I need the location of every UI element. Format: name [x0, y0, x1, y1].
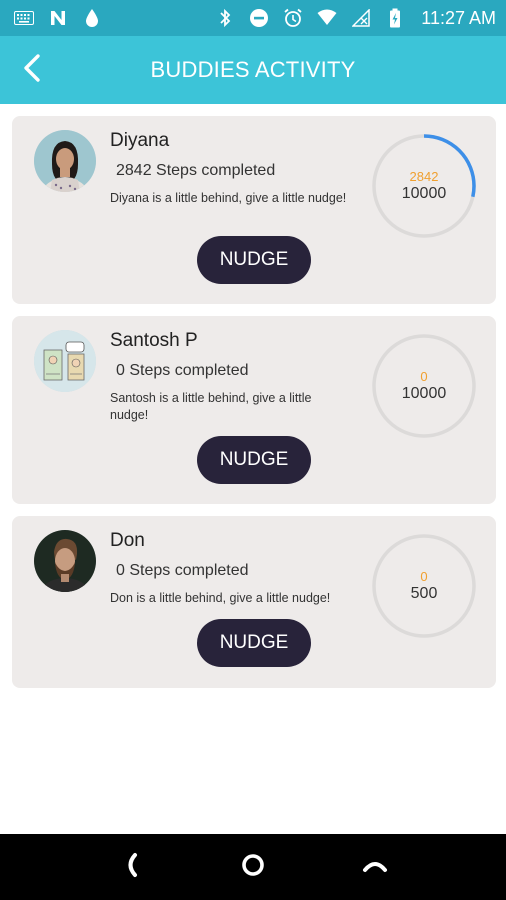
buddies-list: Diyana 2842 Steps completed Diyana is a … [12, 116, 496, 700]
current-steps: 2842 [409, 169, 439, 184]
drop-icon [82, 8, 102, 28]
steps-progress-ring: 0 10000 [370, 332, 478, 440]
nudge-button[interactable]: NUDGE [197, 436, 311, 484]
no-signal-icon [351, 8, 371, 28]
buddy-name: Diyana [110, 130, 170, 151]
steps-progress-ring: 2842 10000 [370, 132, 478, 240]
home-nav-button[interactable] [233, 847, 273, 887]
steps-completed: 0 Steps completed [116, 562, 249, 579]
back-nav-button[interactable] [111, 847, 151, 887]
alarm-icon [283, 8, 303, 28]
steps-progress-ring: 0 500 [370, 532, 478, 640]
status-left [14, 8, 102, 28]
buddy-card: Don 0 Steps completed Don is a little be… [12, 516, 496, 688]
nudge-message: Don is a little behind, give a little nu… [110, 591, 331, 605]
home-nav-icon [240, 852, 266, 882]
buddy-name: Santosh P [110, 330, 198, 351]
page-title: BUDDIES ACTIVITY [150, 57, 356, 82]
recents-nav-icon [361, 855, 389, 879]
back-button[interactable] [12, 50, 52, 90]
keyboard-icon [14, 8, 34, 28]
nudge-button[interactable]: NUDGE [197, 619, 311, 667]
goal-steps: 500 [410, 585, 438, 602]
recents-nav-button[interactable] [355, 847, 395, 887]
system-nav-bar [0, 834, 506, 900]
n-app-icon [48, 8, 68, 28]
current-steps: 0 [420, 569, 428, 584]
status-time: 11:27 AM [421, 7, 496, 28]
nudge-button[interactable]: NUDGE [197, 236, 311, 284]
buddy-card: Santosh P 0 Steps completed Santosh is a… [12, 316, 496, 504]
app-bar: BUDDIES ACTIVITY [0, 36, 506, 104]
nudge-message: Santosh is a little behind, give a littl… [110, 391, 312, 422]
buddy-name: Don [110, 530, 145, 551]
battery-charging-icon [385, 8, 405, 28]
avatar [34, 330, 96, 392]
bluetooth-icon [215, 8, 235, 28]
back-arrow-icon [21, 53, 43, 87]
nudge-message: Diyana is a little behind, give a little… [110, 191, 347, 205]
goal-steps: 10000 [401, 385, 447, 402]
status-bar: 11:27 AM [0, 0, 506, 36]
steps-completed: 0 Steps completed [116, 362, 249, 379]
buddy-card: Diyana 2842 Steps completed Diyana is a … [12, 116, 496, 304]
back-nav-icon [121, 852, 141, 882]
status-right: 11:27 AM [215, 8, 496, 29]
goal-steps: 10000 [401, 185, 447, 202]
avatar [34, 530, 96, 592]
wifi-icon [317, 8, 337, 28]
avatar [34, 130, 96, 192]
dnd-icon [249, 8, 269, 28]
steps-completed: 2842 Steps completed [116, 162, 276, 179]
current-steps: 0 [420, 369, 428, 384]
